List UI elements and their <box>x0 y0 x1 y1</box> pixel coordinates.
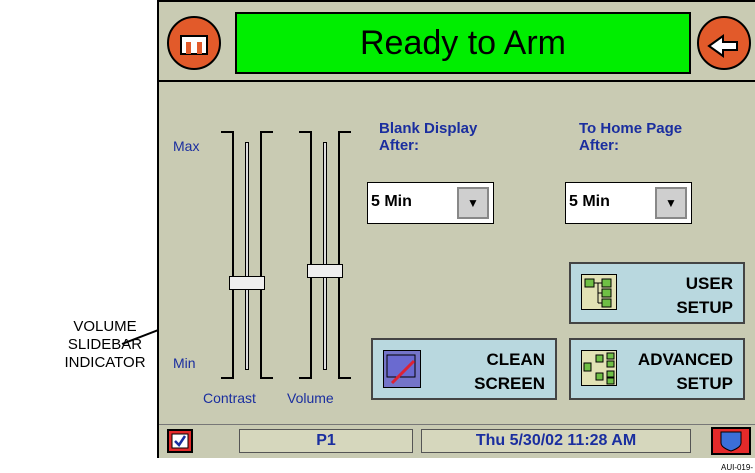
clean-screen-label: CLEAN SCREEN <box>474 348 545 396</box>
partition-indicator[interactable]: P1 <box>239 429 413 453</box>
clean-screen-button[interactable]: CLEAN SCREEN <box>371 338 557 400</box>
volume-track <box>323 142 327 370</box>
home-page-select[interactable]: 5 Min ▼ <box>565 182 692 224</box>
back-arrow-icon <box>707 34 738 58</box>
blank-display-label-line1: Blank Display <box>379 120 478 137</box>
dropdown-arrow-icon[interactable]: ▼ <box>457 187 489 219</box>
blank-display-label: Blank Display After: <box>379 120 477 154</box>
advanced-setup-button[interactable]: ADVANCED SETUP <box>569 338 745 400</box>
home-page-value: 5 Min <box>569 193 610 210</box>
back-button[interactable] <box>697 16 751 70</box>
blank-display-label-line2: After: <box>379 137 419 154</box>
contrast-label: Contrast <box>203 390 256 406</box>
date-time-display: Thu 5/30/02 11:28 AM <box>421 429 691 453</box>
blank-display-select[interactable]: 5 Min ▼ <box>367 182 494 224</box>
home-button[interactable] <box>167 16 221 70</box>
home-page-label-line1: To Home Page <box>579 120 683 137</box>
home-page-label-line2: After: <box>579 137 619 154</box>
clean-screen-icon <box>383 350 421 388</box>
blank-display-value: 5 Min <box>371 193 412 210</box>
home-icon <box>180 35 208 55</box>
checkbox-icon[interactable] <box>167 429 193 453</box>
status-bar: P1 Thu 5/30/02 11:28 AM <box>159 424 755 458</box>
volume-slider[interactable] <box>297 130 353 382</box>
advanced-setup-line1: ADVANCED <box>637 350 733 369</box>
volume-label: Volume <box>287 390 334 406</box>
user-setup-button[interactable]: USER SETUP <box>569 262 745 324</box>
user-tree-icon <box>581 274 617 310</box>
clean-screen-line1: CLEAN <box>486 350 545 369</box>
min-label: Min <box>173 355 196 371</box>
status-title: Ready to Arm <box>235 12 691 74</box>
top-bar: Ready to Arm <box>159 2 755 82</box>
volume-knob[interactable] <box>307 264 343 278</box>
user-setup-label: USER SETUP <box>676 272 733 320</box>
user-setup-line1: USER <box>685 274 733 293</box>
contrast-knob[interactable] <box>229 276 265 290</box>
advanced-tree-icon <box>581 350 617 386</box>
advanced-setup-line2: SETUP <box>676 374 733 393</box>
contrast-slider[interactable] <box>219 130 275 382</box>
user-setup-line2: SETUP <box>676 298 733 317</box>
dropdown-arrow-icon[interactable]: ▼ <box>655 187 687 219</box>
max-label: Max <box>173 138 200 154</box>
advanced-setup-label: ADVANCED SETUP <box>638 348 733 396</box>
shield-icon[interactable] <box>711 427 751 455</box>
figure-id: AUI-019- <box>720 463 753 472</box>
contrast-track <box>245 142 249 370</box>
clean-screen-line2: SCREEN <box>474 374 545 393</box>
touchscreen: Ready to Arm Max Min Contrast Volume Bla… <box>157 0 755 458</box>
home-page-label: To Home Page After: <box>579 120 682 154</box>
